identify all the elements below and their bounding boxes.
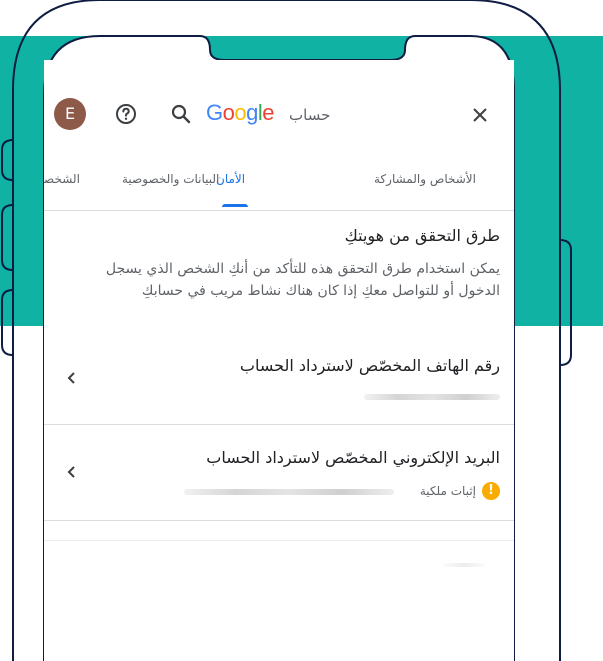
search-icon[interactable] xyxy=(169,102,193,126)
close-icon[interactable] xyxy=(469,104,491,126)
chevron-left-icon xyxy=(67,372,75,384)
redacted-phone-number xyxy=(364,394,500,400)
divider xyxy=(44,540,514,541)
divider xyxy=(44,424,514,425)
top-bar: E Google حساب xyxy=(44,88,514,140)
active-tab-indicator xyxy=(222,204,248,207)
verify-status-label: إثبات ملكية xyxy=(419,484,476,498)
tab-people-sharing[interactable]: الأشخاص والمشاركة xyxy=(374,172,476,186)
tab-data-privacy[interactable]: البيانات والخصوصية xyxy=(122,172,219,186)
account-label: حساب xyxy=(289,106,331,124)
divider xyxy=(44,520,514,521)
section-description: يمكن استخدام طرق التحقق هذه للتأكد من أن… xyxy=(105,261,500,299)
redacted-email-address xyxy=(184,489,394,495)
avatar[interactable]: E xyxy=(54,98,86,130)
recovery-phone-title: رقم الهاتف المخصّص لاسترداد الحساب xyxy=(239,356,500,375)
help-circle-icon[interactable] xyxy=(114,102,138,126)
recovery-email-row[interactable]: البريد الإلكتروني المخصّص لاسترداد الحسا… xyxy=(44,434,514,520)
tab-personal-info[interactable]: الشخصية xyxy=(44,172,80,186)
recovery-email-title: البريد الإلكتروني المخصّص لاسترداد الحسا… xyxy=(206,448,500,467)
faded-placeholder xyxy=(444,563,484,567)
app-screen: E Google حساب الشخصية البيانات والخصوصية… xyxy=(44,60,514,661)
recovery-phone-row[interactable]: رقم الهاتف المخصّص لاسترداد الحساب xyxy=(44,344,514,424)
divider xyxy=(44,210,514,211)
section-title: طرق التحقق من هويتكِ xyxy=(344,226,500,245)
chevron-left-icon xyxy=(67,466,75,478)
tab-bar: الشخصية البيانات والخصوصية الأمان الأشخا… xyxy=(44,158,514,210)
warning-icon: ! xyxy=(482,482,500,500)
google-logo: Google xyxy=(206,100,275,125)
tab-security[interactable]: الأمان xyxy=(216,172,245,186)
